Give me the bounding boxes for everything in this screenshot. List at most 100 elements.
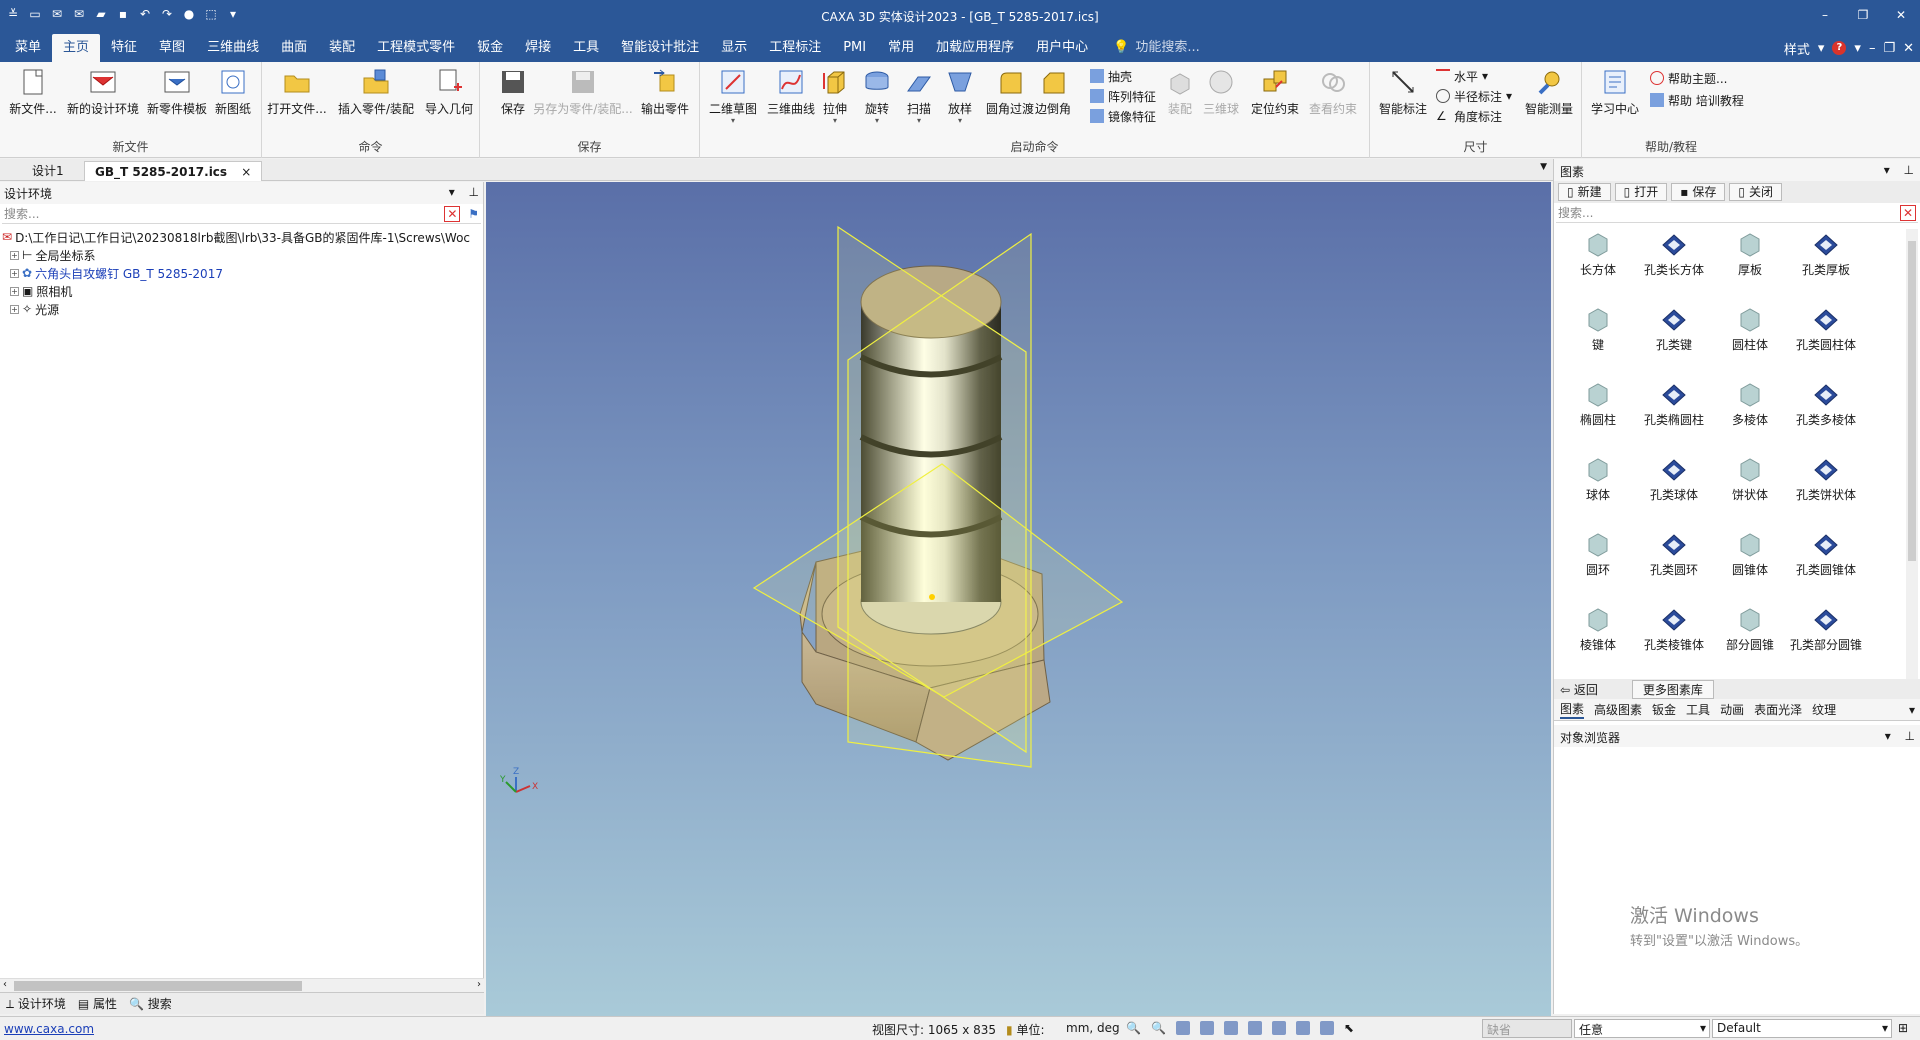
tab-3d-curve[interactable]: 三维曲线 <box>196 34 270 62</box>
tab-tools-lib[interactable]: 工具 <box>1686 701 1710 718</box>
tab-surface-finish[interactable]: 表面光泽 <box>1754 701 1802 718</box>
mirror-feature-button[interactable]: 镜像特征 <box>1090 106 1156 126</box>
extrude-dropdown-icon[interactable]: ▾ <box>833 117 837 125</box>
revolve-dropdown-icon[interactable]: ▾ <box>875 117 879 125</box>
radius-dropdown-icon[interactable]: ▾ <box>1506 89 1512 103</box>
style-dropdown[interactable]: 样式 <box>1784 39 1810 58</box>
element-panel-dropdown-icon[interactable]: ▾ <box>1884 163 1890 177</box>
zoom-window-icon[interactable]: 🔍 <box>1151 1021 1166 1035</box>
sweep-dropdown-icon[interactable]: ▾ <box>917 117 921 125</box>
loft-dropdown-icon[interactable]: ▾ <box>958 117 962 125</box>
help-topics-button[interactable]: 帮助主题... <box>1650 68 1727 88</box>
shell-button[interactable]: 抽壳 <box>1090 66 1132 86</box>
scroll-left-icon[interactable]: ‹ <box>3 979 7 990</box>
search-filter-icon[interactable]: ⚑ <box>468 207 479 221</box>
tab-tools[interactable]: 工具 <box>562 34 610 62</box>
pin-icon[interactable]: ⊥ <box>469 185 479 199</box>
sketch-2d-button[interactable]: 二维草图 ▾ <box>700 66 766 125</box>
view-constraint-button[interactable]: 查看约束 <box>1302 66 1364 117</box>
library-scrollbar-thumb[interactable] <box>1908 241 1916 561</box>
clear-search-icon[interactable]: ✕ <box>444 205 461 222</box>
selection-filter-chevron-icon[interactable]: ▾ <box>1700 1021 1706 1035</box>
tab-search[interactable]: 🔍 搜索 <box>129 995 172 1012</box>
new-file-button[interactable]: 新文件... <box>0 66 66 117</box>
status-extra-icon[interactable]: ⊞ <box>1898 1021 1908 1035</box>
selection-filter-combo[interactable]: 任意 ▾ <box>1574 1019 1710 1038</box>
render-mode-icon[interactable] <box>1199 1021 1214 1035</box>
horizontal-scrollbar[interactable]: ‹ › <box>0 978 484 992</box>
tab-animation[interactable]: 动画 <box>1720 701 1744 718</box>
tab-properties[interactable]: ▤ 属性 <box>78 995 117 1012</box>
ribbon-restore-icon[interactable]: ❐ <box>1883 41 1895 56</box>
library-item[interactable]: 圆柱体 <box>1712 304 1788 369</box>
new-drawing-button[interactable]: 新图纸 <box>200 66 266 117</box>
library-item[interactable]: 厚板 <box>1712 229 1788 294</box>
library-item[interactable]: 圆锥体 <box>1712 529 1788 594</box>
ball-3d-button[interactable]: 三维球 <box>1194 66 1248 117</box>
tab-sheet-metal-lib[interactable]: 钣金 <box>1652 701 1676 718</box>
tab-texture[interactable]: 纹理 <box>1812 701 1836 718</box>
tab-design-env[interactable]: ⟂ 设计环境 <box>6 995 66 1012</box>
close-icon[interactable]: ✕ <box>1882 0 1920 30</box>
tab-engineering-part[interactable]: 工程模式零件 <box>366 34 466 62</box>
import-geometry-button[interactable]: 导入几何 <box>416 66 482 117</box>
help-icon[interactable]: ? <box>1832 41 1847 55</box>
display-mode-icon[interactable] <box>1223 1021 1238 1035</box>
library-item[interactable]: 棱锥体 <box>1560 604 1636 669</box>
tab-sheet-metal[interactable]: 钣金 <box>466 34 514 62</box>
ribbon-close-icon[interactable]: ✕ <box>1903 41 1914 56</box>
library-item[interactable]: 球体 <box>1560 454 1636 519</box>
tab-smart-annotation[interactable]: 智能设计批注 <box>610 34 710 62</box>
angle-dim-button[interactable]: ∠ 角度标注 <box>1436 106 1502 126</box>
library-item[interactable]: 孔类部分圆锥 <box>1788 604 1864 669</box>
help-chevron-icon[interactable]: ▾ <box>1854 41 1861 56</box>
library-item[interactable]: 圆环 <box>1560 529 1636 594</box>
filter-icon[interactable] <box>1295 1021 1310 1035</box>
clear-library-search-icon[interactable]: ✕ <box>1899 204 1916 221</box>
tab-surface[interactable]: 曲面 <box>270 34 318 62</box>
help-training-button[interactable]: 帮助 培训教程 <box>1650 90 1744 110</box>
expand-icon[interactable]: + <box>10 286 19 296</box>
tree-item-screw-part[interactable]: + ✿ 六角头自攻螺钉 GB_T 5285-2017 <box>2 264 481 282</box>
tab-pmi[interactable]: PMI <box>832 34 877 62</box>
minimize-icon[interactable]: – <box>1806 0 1844 30</box>
scrollbar-thumb[interactable] <box>14 981 302 991</box>
library-vertical-scrollbar[interactable] <box>1906 229 1918 679</box>
position-constraint-button[interactable]: 定位约束 <box>1244 66 1306 117</box>
library-item[interactable]: 孔类圆锥体 <box>1788 529 1864 594</box>
view-orient-icon[interactable] <box>1175 1021 1190 1035</box>
expand-icon[interactable]: + <box>10 250 19 260</box>
tab-display[interactable]: 显示 <box>710 34 758 62</box>
object-browser-pin-icon[interactable]: ⊥ <box>1905 729 1915 743</box>
feature-search[interactable]: 💡 功能搜索... <box>1113 34 1200 62</box>
horizontal-dim-button[interactable]: 水平 ▾ <box>1436 66 1488 86</box>
tab-sketch[interactable]: 草图 <box>148 34 196 62</box>
pattern-feature-button[interactable]: 阵列特征 <box>1090 86 1156 106</box>
back-button[interactable]: ⇦ 返回 <box>1560 681 1598 698</box>
tab-addins[interactable]: 加载应用程序 <box>925 34 1025 62</box>
object-browser-dropdown-icon[interactable]: ▾ <box>1885 729 1891 743</box>
more-libraries-button[interactable]: 更多图素库 <box>1631 679 1714 699</box>
library-search-input[interactable]: 搜索... ✕ <box>1556 203 1918 223</box>
library-save-button[interactable]: ▪ 保存 <box>1671 183 1726 201</box>
open-file-button[interactable]: 打开文件... <box>264 66 330 117</box>
horizontal-dropdown-icon[interactable]: ▾ <box>1482 69 1488 83</box>
tab-menu[interactable]: 菜单 <box>4 34 52 62</box>
library-item[interactable]: 长方体 <box>1560 229 1636 294</box>
new-design-env-button[interactable]: 新的设计环境 <box>67 66 139 117</box>
library-item[interactable]: 孔类圆环 <box>1636 529 1712 594</box>
library-item[interactable]: 键 <box>1560 304 1636 369</box>
learning-center-button[interactable]: 学习中心 <box>1582 66 1648 117</box>
radius-dim-button[interactable]: 半径标注 ▾ <box>1436 86 1512 106</box>
doc-tab-gb-t-5285[interactable]: GB_T 5285-2017.ics × <box>84 161 263 181</box>
tree-item-camera[interactable]: + ▣ 照相机 <box>2 282 481 300</box>
scroll-right-icon[interactable]: › <box>477 979 481 990</box>
library-item[interactable]: 孔类长方体 <box>1636 229 1712 294</box>
style-combo-chevron-icon[interactable]: ▾ <box>1882 1021 1888 1035</box>
section-icon[interactable] <box>1247 1021 1262 1035</box>
tree-search-input[interactable]: 搜索... ✕ ⚑ <box>2 204 481 224</box>
website-link[interactable]: www.caxa.com <box>4 1022 94 1036</box>
library-item[interactable]: 孔类键 <box>1636 304 1712 369</box>
library-open-button[interactable]: ▯ 打开 <box>1614 183 1668 201</box>
chamfer-button[interactable]: 边倒角 <box>1026 66 1080 117</box>
